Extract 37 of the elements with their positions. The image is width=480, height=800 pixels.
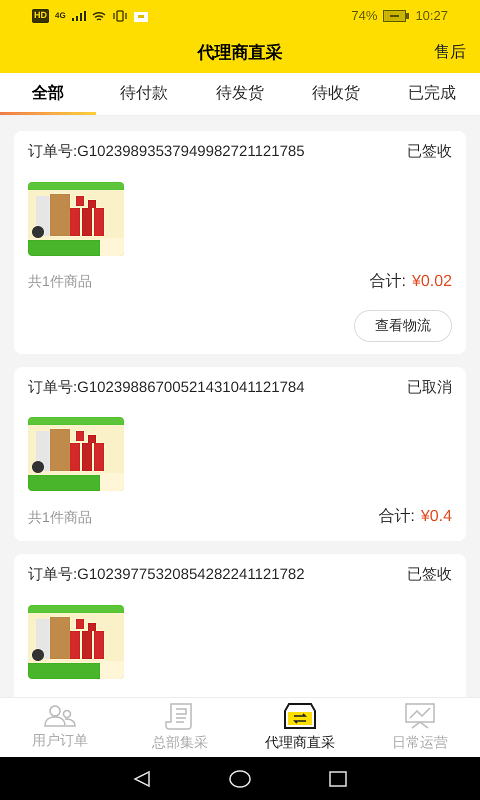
order-tab[interactable]: 待付款 (96, 73, 192, 115)
track-logistics-button[interactable]: 查看物流 (354, 310, 452, 342)
vibrate-icon (112, 10, 128, 22)
recents-icon[interactable] (329, 770, 347, 786)
order-status: 已签收 (407, 565, 452, 585)
clock-time: 10:27 (415, 7, 448, 26)
back-icon[interactable] (133, 770, 151, 788)
battery-icon (383, 10, 410, 22)
order-tab[interactable]: 全部 (0, 73, 96, 115)
item-count: 共1件商品 (28, 508, 92, 526)
item-count: 共1件商品 (28, 272, 92, 291)
order-tab[interactable]: 已完成 (384, 73, 480, 115)
chart-board-icon (404, 702, 436, 730)
total-price: ¥0.02 (412, 272, 452, 292)
wifi-icon (92, 10, 106, 22)
order-status: 已取消 (407, 378, 452, 398)
box-icon (284, 702, 316, 730)
page-title: 代理商直采 (198, 42, 282, 64)
total-label: 合计: (378, 506, 415, 527)
hd-indicator: HD (32, 9, 49, 23)
signal-icon (72, 11, 86, 21)
total-label: 合计: (370, 272, 406, 292)
after-sales-link[interactable]: 售后 (434, 40, 466, 64)
document-icon (165, 702, 195, 730)
bottom-nav-item[interactable]: 代理商直采 (240, 698, 360, 757)
home-icon[interactable] (229, 770, 251, 788)
order-tab[interactable]: 待发货 (192, 73, 288, 115)
order-status: 已签收 (407, 142, 452, 162)
order-tab[interactable]: 待收货 (288, 73, 384, 115)
notification-icon (134, 10, 148, 22)
order-number: 订单号:G10239886700521431041121784 (28, 378, 305, 398)
total-price: ¥0.4 (420, 507, 452, 527)
network-type: 4G (55, 10, 66, 22)
battery-percent: 74% (351, 7, 378, 26)
order-number: 订单号:G10239775320854282241121782 (28, 565, 305, 585)
users-icon (43, 704, 77, 728)
order-number: 订单号:G10239893537949982721121785 (28, 142, 305, 162)
